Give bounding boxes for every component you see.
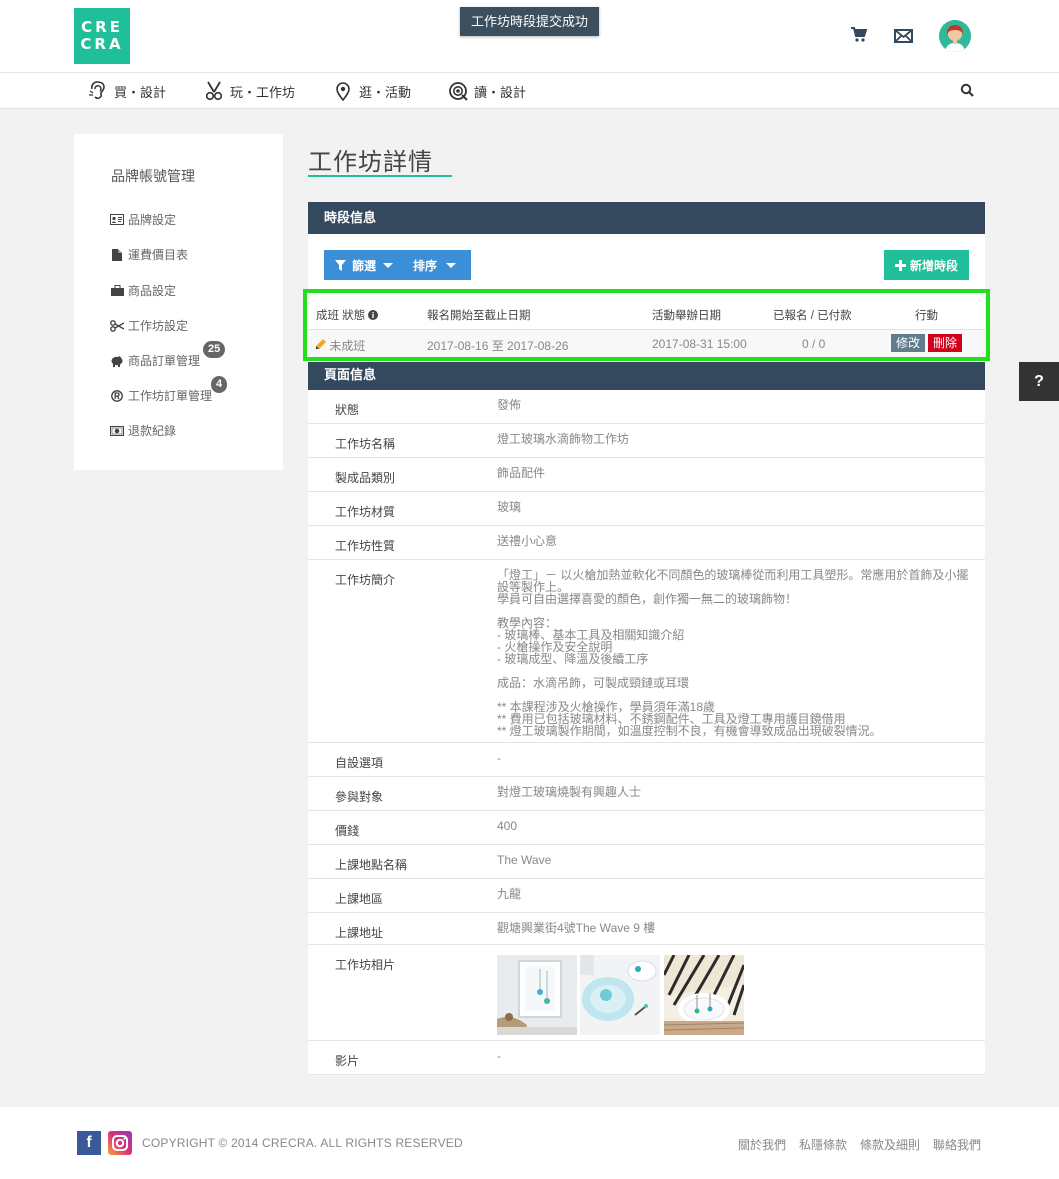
filter-icon [335,259,346,271]
eye-icon [449,82,468,101]
info-row: 製成品類別 飾品配件 [308,458,985,492]
info-value: 燈工玻璃水滴飾物工作坊 [497,432,630,446]
filter-button[interactable]: 篩選 [324,257,394,274]
success-toast: 工作坊時段提交成功 [460,7,599,36]
briefcase-icon [110,285,124,297]
location-icon [336,82,350,101]
footer-link-privacy[interactable]: 私隱條款 [799,1136,847,1153]
info-value: 「燈工」－ 以火槍加熱並軟化不同顏色的玻璃棒從而利用工具塑形。常應用於首飾及小擺… [497,568,969,738]
info-label: 上課地址 [335,926,384,940]
info-value: 觀塘興業街4號The Wave 9 樓 [497,921,656,935]
search-icon[interactable] [960,83,974,100]
product-orders-count-badge: 25 [203,341,226,358]
info-value: 飾品配件 [497,466,546,480]
info-label: 影片 [335,1054,360,1068]
info-row: 上課地址 觀塘興業街4號The Wave 9 樓 [308,913,985,945]
info-value: - [497,1049,501,1063]
piggy-bank-icon [110,355,124,367]
mail-icon[interactable] [894,29,913,46]
info-label: 價錢 [335,824,360,838]
info-value: 送禮小心意 [497,534,558,548]
sidebar-item-shipping-rates[interactable]: 運費價目表 [110,246,188,263]
ear-icon [89,81,105,100]
info-label: 工作坊材質 [335,505,396,519]
nav-read-design[interactable]: 讀・設計 [448,73,526,109]
info-label: 製成品類別 [335,471,396,485]
info-value: 對燈工玻璃燒製有興趣人士 [497,785,642,799]
title-underline [308,175,452,177]
site-footer: f COPYRIGHT © 2014 CRECRA. ALL RIGHTS RE… [0,1107,1059,1179]
page-title: 工作坊詳情 [308,149,433,176]
footer-link-contact[interactable]: 聯絡我們 [933,1136,981,1153]
page-info-panel-heading: 頁面信息 [308,362,985,390]
registered-icon [110,389,124,402]
info-row: 上課地點名稱 The Wave [308,845,985,879]
info-row: 參與對象 對燈工玻璃燒製有興趣人士 [308,777,985,811]
info-row: 影片 - [308,1041,985,1075]
scissors-icon [205,81,223,101]
workshop-photo[interactable] [664,955,744,1035]
info-label: 工作坊名稱 [335,437,396,451]
nav-events[interactable]: 逛・活動 [333,73,411,109]
facebook-icon[interactable]: f [77,1131,101,1155]
cart-icon[interactable] [850,26,868,46]
info-value: 400 [497,819,518,833]
site-header: CRE CRA 工作坊時段提交成功 [0,0,1059,73]
info-label: 上課地點名稱 [335,858,408,872]
info-label: 參與對象 [335,790,384,804]
info-value: The Wave [497,853,552,867]
footer-link-terms[interactable]: 條款及細則 [860,1136,920,1153]
info-label: 工作坊簡介 [335,573,396,587]
info-row: 狀態 發佈 [308,390,985,424]
sidebar-item-brand-settings[interactable]: 品牌設定 [110,211,176,228]
info-value: - [497,751,501,765]
sidebar-item-refunds[interactable]: 退款紀錄 [110,422,176,439]
info-label: 自設選項 [335,756,384,770]
info-label: 工作坊相片 [335,958,396,972]
chevron-down-icon [383,262,394,268]
workshop-photo[interactable] [497,955,577,1035]
account-sidebar: 品牌帳號管理 品牌設定 運費價目表 商品設定 工作坊設定 商品訂單管理 25 工… [74,134,283,470]
nav-play-workshop[interactable]: 玩・工作坊 [204,73,295,109]
workshop-orders-count-badge: 4 [211,376,228,393]
info-value: 玻璃 [497,500,522,514]
main-nav: 買・設計 玩・工作坊 逛・活動 讀・設計 [0,73,1059,109]
info-row: 工作坊性質 送禮小心意 [308,526,985,560]
nav-shop-design[interactable]: 買・設計 [88,73,166,109]
info-label: 上課地區 [335,892,384,906]
copyright-text: COPYRIGHT © 2014 CRECRA. ALL RIGHTS RESE… [142,1136,463,1150]
sidebar-item-workshop-orders[interactable]: 工作坊訂單管理 [110,387,212,404]
crecra-logo[interactable]: CRE CRA [74,8,130,64]
sidebar-title: 品牌帳號管理 [111,168,195,184]
schedule-panel-heading: 時段信息 [308,202,985,234]
workshop-photo[interactable] [580,955,660,1035]
avatar[interactable] [939,20,971,52]
scissors-icon [110,319,124,332]
sidebar-item-workshop-settings[interactable]: 工作坊設定 [110,317,188,334]
highlight-box [303,289,990,361]
instagram-icon[interactable] [108,1131,132,1155]
info-value: 發佈 [497,398,522,412]
sidebar-item-product-settings[interactable]: 商品設定 [110,282,176,299]
info-value: 九龍 [497,887,522,901]
plus-icon [894,259,906,271]
info-row: 價錢 400 [308,811,985,845]
document-icon [110,248,124,261]
info-row: 上課地區 九龍 [308,879,985,913]
chevron-down-icon [446,262,457,268]
info-row: 自設選項 - [308,743,985,777]
info-row: 工作坊名稱 燈工玻璃水滴飾物工作坊 [308,424,985,458]
info-row: 工作坊簡介 「燈工」－ 以火槍加熱並軟化不同顏色的玻璃棒從而利用工具塑形。常應用於… [308,560,985,743]
filter-sort-button-group: 篩選 排序 [324,250,471,280]
money-icon [110,425,124,437]
help-button[interactable]: ? [1019,362,1059,401]
add-timeslot-button[interactable]: 新增時段 [884,250,969,280]
sort-button[interactable]: 排序 [413,257,457,274]
sidebar-item-product-orders[interactable]: 商品訂單管理 [110,352,200,369]
id-card-icon [110,214,124,226]
info-row: 工作坊材質 玻璃 [308,492,985,526]
footer-link-about[interactable]: 關於我們 [738,1136,786,1153]
info-label: 狀態 [335,403,360,417]
info-label: 工作坊性質 [335,539,396,553]
